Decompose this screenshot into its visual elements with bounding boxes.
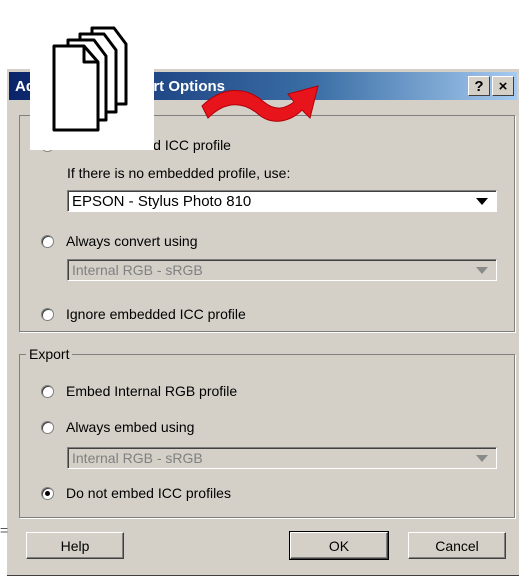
export-legend: Export xyxy=(29,346,70,362)
ok-button[interactable]: OK xyxy=(289,531,389,560)
chevron-down-icon xyxy=(476,454,488,462)
chevron-down-icon xyxy=(476,266,488,274)
edge-artifact: = xyxy=(0,522,9,538)
do-not-embed-radio[interactable] xyxy=(41,486,54,500)
always-convert-label: Always convert using xyxy=(66,233,198,249)
always-embed-radio[interactable] xyxy=(41,420,54,434)
always-embed-label: Always embed using xyxy=(66,419,195,435)
ignore-embedded-option[interactable]: Ignore embedded ICC profile xyxy=(41,306,246,322)
always-convert-select: Internal RGB - sRGB xyxy=(67,259,497,281)
embed-internal-label: Embed Internal RGB profile xyxy=(66,383,238,399)
red-curved-arrow-icon xyxy=(200,78,330,171)
no-embedded-profile-select[interactable]: EPSON - Stylus Photo 810 xyxy=(67,190,497,212)
help-title-button[interactable]: ? xyxy=(468,76,490,96)
always-embed-value: Internal RGB - sRGB xyxy=(72,450,203,466)
always-embed-select: Internal RGB - sRGB xyxy=(67,447,497,469)
documents-stack-icon xyxy=(30,0,154,150)
do-not-embed-label: Do not embed ICC profiles xyxy=(66,485,231,501)
close-button[interactable]: × xyxy=(492,76,514,96)
embed-internal-radio[interactable] xyxy=(41,384,54,398)
chevron-down-icon xyxy=(476,197,488,205)
always-convert-option[interactable]: Always convert using xyxy=(41,233,198,249)
always-convert-value: Internal RGB - sRGB xyxy=(72,262,203,278)
always-convert-radio[interactable] xyxy=(41,234,54,248)
ignore-embedded-radio[interactable] xyxy=(41,307,54,321)
help-button[interactable]: Help xyxy=(26,532,124,559)
ignore-embedded-label: Ignore embedded ICC profile xyxy=(66,306,246,322)
no-embedded-profile-value: EPSON - Stylus Photo 810 xyxy=(72,192,252,210)
do-not-embed-option[interactable]: Do not embed ICC profiles xyxy=(41,485,231,501)
embed-internal-option[interactable]: Embed Internal RGB profile xyxy=(41,383,237,399)
cancel-button[interactable]: Cancel xyxy=(408,532,506,559)
always-embed-option[interactable]: Always embed using xyxy=(41,419,194,435)
